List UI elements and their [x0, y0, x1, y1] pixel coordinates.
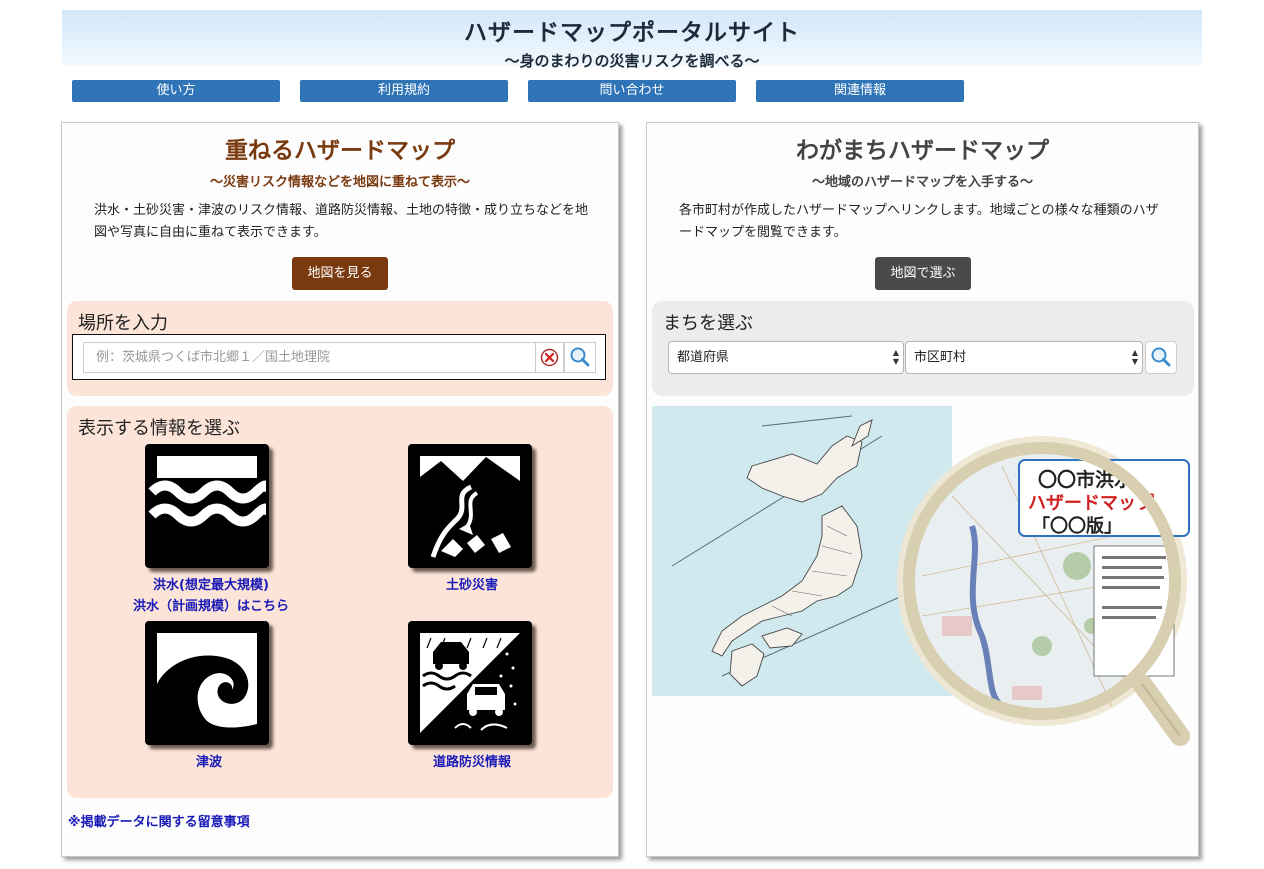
place-search-button[interactable]	[564, 342, 596, 373]
landslide-tile[interactable]	[408, 444, 536, 572]
layer-select-label: 表示する情報を選ぶ	[78, 418, 240, 439]
road-disaster-label[interactable]: 道路防災情報	[408, 753, 536, 773]
site-subtitle: 〜身のまわりの災害リスクを調べる〜	[504, 52, 760, 70]
town-select-label: まちを選ぶ	[663, 313, 753, 334]
japan-map-image[interactable]: 〇〇市洪水 ハザードマップ 「〇〇版」	[652, 406, 1197, 756]
landslide-icon	[411, 447, 529, 565]
select-on-map-button[interactable]: 地図で選ぶ	[875, 257, 971, 290]
tsunami-icon	[148, 624, 266, 742]
view-map-button[interactable]: 地図を見る	[292, 257, 388, 290]
town-select-box: まちを選ぶ 都道府県 ▲ ▼ 市区町村 ▲ ▼	[652, 301, 1194, 396]
flood-icon	[148, 447, 266, 565]
municipality-select-value: 市区町村	[914, 350, 967, 365]
site-title: ハザードマップポータルサイト	[464, 20, 800, 46]
place-search-box: 場所を入力 例：茨城県つくば市北郷１／国土地理院	[67, 301, 613, 396]
clear-icon	[540, 348, 559, 367]
nav-related-button[interactable]: 関連情報	[756, 80, 964, 102]
select-arrows-icon: ▲ ▼	[892, 348, 899, 366]
flood-label[interactable]: 洪水(想定最大規模)	[103, 576, 319, 596]
road-disaster-icon	[411, 624, 529, 742]
tsunami-tile[interactable]	[145, 621, 273, 749]
place-search-label: 場所を入力	[78, 313, 168, 334]
place-search-input[interactable]: 例：茨城県つくば市北郷１／国土地理院	[83, 342, 535, 373]
left-panel-subtitle: 〜災害リスク情報などを地図に重ねて表示〜	[209, 175, 470, 190]
flood-plan-link[interactable]: 洪水（計画規模）はこちら	[103, 597, 319, 617]
local-hazard-map-panel: わがまちハザードマップ 〜地域のハザードマップを入手する〜 各市町村が作成したハ…	[646, 122, 1199, 857]
data-notice-link[interactable]: ※掲載データに関する留意事項	[68, 811, 250, 830]
site-header: ハザードマップポータルサイト 〜身のまわりの災害リスクを調べる〜	[62, 10, 1202, 70]
road-disaster-tile[interactable]	[408, 621, 536, 749]
right-panel-title: わがまちハザードマップ	[796, 138, 1049, 164]
municipality-select[interactable]: 市区町村 ▲ ▼	[905, 341, 1143, 374]
nav-terms-button[interactable]: 利用規約	[300, 80, 508, 102]
left-panel-description: 洪水・土砂災害・津波のリスク情報、道路防災情報、土地の特徴・成り立ちなどを地図や…	[94, 203, 589, 240]
town-search-button[interactable]	[1145, 341, 1177, 374]
flood-tile[interactable]	[145, 444, 273, 572]
search-icon	[570, 347, 590, 367]
nav-contact-button[interactable]: 問い合わせ	[528, 80, 736, 102]
right-panel-subtitle: 〜地域のハザードマップを入手する〜	[811, 175, 1033, 190]
layer-select-box: 表示する情報を選ぶ 洪水(想定最大規模) 洪水（計画規模）はこちら 土砂災害 津…	[67, 406, 613, 798]
landslide-label[interactable]: 土砂災害	[408, 576, 536, 596]
right-panel-description: 各市町村が作成したハザードマップへリンクします。地域ごとの様々な種類のハザードマ…	[679, 203, 1159, 240]
prefecture-select-value: 都道府県	[677, 350, 730, 365]
magnifier-line3: 「〇〇版」	[1032, 515, 1122, 537]
search-frame: 例：茨城県つくば市北郷１／国土地理院	[72, 334, 606, 380]
overlay-hazard-map-panel: 重ねるハザードマップ 〜災害リスク情報などを地図に重ねて表示〜 洪水・土砂災害・…	[61, 122, 619, 857]
nav-usage-button[interactable]: 使い方	[72, 80, 280, 102]
select-arrows-icon: ▲ ▼	[1131, 348, 1138, 366]
search-icon	[1151, 347, 1171, 367]
tsunami-label[interactable]: 津波	[145, 753, 273, 773]
left-panel-title: 重ねるハザードマップ	[225, 138, 455, 164]
prefecture-select[interactable]: 都道府県 ▲ ▼	[668, 341, 904, 374]
clear-button[interactable]	[535, 342, 564, 373]
